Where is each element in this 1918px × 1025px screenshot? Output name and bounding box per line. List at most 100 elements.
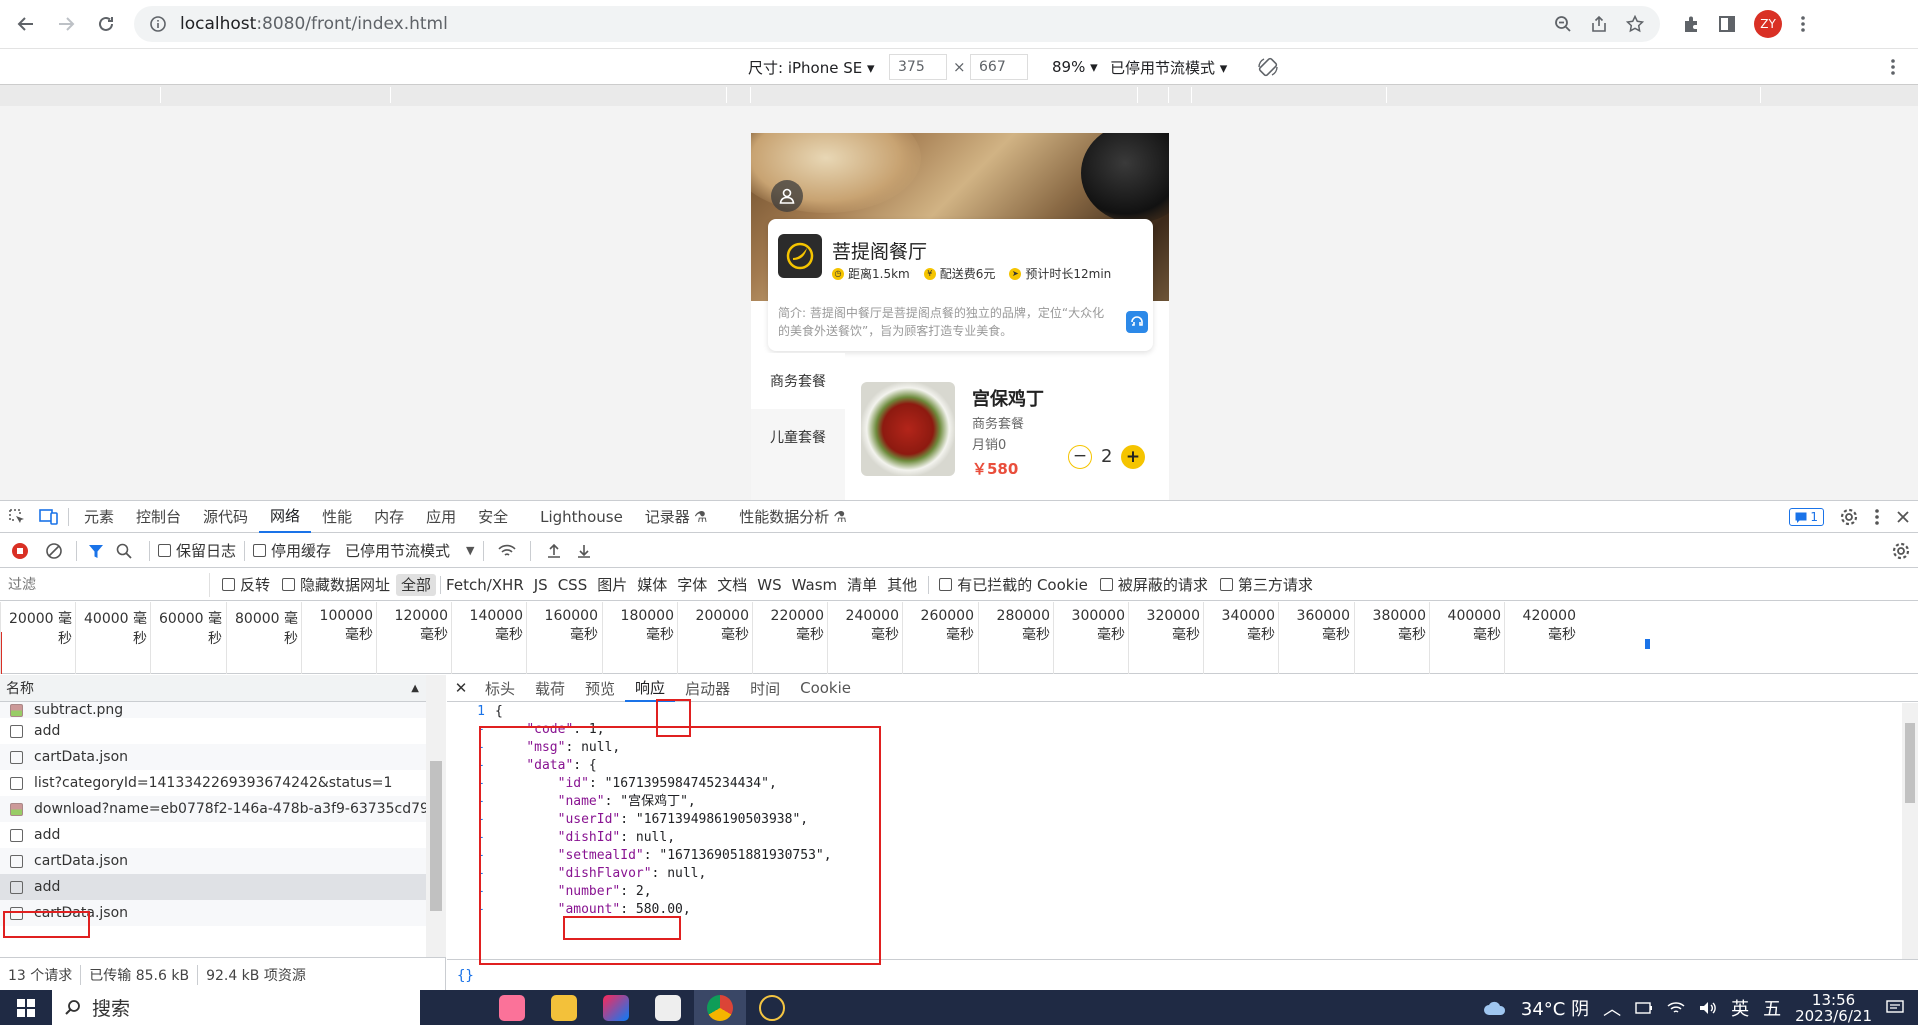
invert-checkbox[interactable]: 反转 xyxy=(222,574,270,595)
reload-icon[interactable] xyxy=(86,4,126,44)
request-row[interactable]: add xyxy=(0,874,445,900)
tab-memory[interactable]: 内存 xyxy=(363,501,415,533)
request-row[interactable]: add xyxy=(0,822,445,848)
filter-type-all[interactable]: 全部 xyxy=(396,573,437,596)
response-scrollbar[interactable] xyxy=(1902,703,1918,959)
pretty-print-button[interactable]: {} xyxy=(447,959,1918,991)
dish-image[interactable] xyxy=(861,382,955,476)
response-body[interactable]: 1{- "code": 1, - "msg": null, - "data": {-… xyxy=(447,703,1897,959)
taskbar-search[interactable]: 搜索 xyxy=(52,990,420,1025)
intellij-idea-icon[interactable] xyxy=(590,990,642,1025)
paw-app-icon[interactable] xyxy=(746,990,798,1025)
request-row[interactable]: add xyxy=(0,718,445,744)
tab-console[interactable]: 控制台 xyxy=(125,501,192,533)
network-conditions-icon[interactable] xyxy=(492,543,522,559)
close-devtools-icon[interactable] xyxy=(1896,510,1910,524)
hide-data-urls-checkbox[interactable]: 隐藏数据网址 xyxy=(282,574,390,595)
tab-recorder[interactable]: 记录器 ⚗ xyxy=(634,501,718,533)
search-icon[interactable] xyxy=(107,543,141,559)
device-height-input[interactable] xyxy=(970,54,1028,80)
filter-icon[interactable] xyxy=(85,543,107,559)
detail-tab-headers[interactable]: 标头 xyxy=(475,675,525,702)
category-item-business[interactable]: 商务套餐 xyxy=(751,353,845,409)
wifi-icon[interactable] xyxy=(1667,1001,1685,1015)
export-har-icon[interactable] xyxy=(569,543,599,559)
decrease-quantity-button[interactable]: − xyxy=(1068,445,1092,469)
detail-tab-preview[interactable]: 预览 xyxy=(575,675,625,702)
network-overview-timeline[interactable]: 20000 毫秒 40000 毫秒 60000 毫秒 80000 毫秒 100000 毫… xyxy=(0,602,1918,674)
input-method-mode[interactable]: 五 xyxy=(1763,995,1781,1021)
devtools-menu-icon[interactable] xyxy=(1874,508,1880,526)
site-info-icon[interactable] xyxy=(148,14,168,34)
device-menu-icon[interactable] xyxy=(1890,58,1896,76)
request-row[interactable]: list?categoryId=1413342269393674242&stat… xyxy=(0,770,445,796)
filter-input[interactable] xyxy=(0,572,210,597)
filter-type-media[interactable]: 媒体 xyxy=(632,574,672,596)
network-settings-icon[interactable] xyxy=(1892,542,1910,560)
filter-type-wasm[interactable]: Wasm xyxy=(787,574,843,596)
request-row[interactable]: cartData.json xyxy=(0,900,445,926)
detail-tab-initiator[interactable]: 启动器 xyxy=(675,675,740,702)
sort-ascending-icon[interactable]: ▲ xyxy=(411,683,419,694)
windows-start-icon[interactable] xyxy=(0,990,52,1025)
notification-icon[interactable] xyxy=(1886,999,1904,1016)
tab-elements[interactable]: 元素 xyxy=(73,501,125,533)
filter-type-css[interactable]: CSS xyxy=(553,574,593,596)
device-zoom-select[interactable]: 89% ▾ xyxy=(1052,58,1098,76)
chevron-down-icon[interactable]: ▼ xyxy=(466,544,474,557)
address-bar[interactable]: localhost:8080/front/index.html xyxy=(134,6,1660,42)
filter-type-js[interactable]: JS xyxy=(529,574,553,596)
chrome-app-icon[interactable] xyxy=(694,990,746,1025)
detail-tab-response[interactable]: 响应 xyxy=(625,675,676,702)
disable-cache-checkbox[interactable]: 停用缓存 xyxy=(253,540,331,561)
system-clock[interactable]: 13:56 2023/6/21 xyxy=(1795,992,1872,1024)
dish-name[interactable]: 宫保鸡丁 xyxy=(972,385,1044,411)
blocked-cookies-checkbox[interactable]: 有已拦截的 Cookie xyxy=(939,574,1088,595)
filter-type-doc[interactable]: 文档 xyxy=(712,574,752,596)
detail-tab-payload[interactable]: 载荷 xyxy=(525,675,575,702)
back-icon[interactable] xyxy=(6,4,46,44)
category-item-kids[interactable]: 儿童套餐 xyxy=(751,409,845,465)
file-explorer-icon[interactable] xyxy=(538,990,590,1025)
bilibili-app-icon[interactable] xyxy=(486,990,538,1025)
chevron-up-icon[interactable]: ︿ xyxy=(1603,995,1621,1021)
browser-menu-icon[interactable] xyxy=(1800,15,1806,33)
filter-type-fetch-xhr[interactable]: Fetch/XHR xyxy=(441,574,529,596)
side-panel-icon[interactable] xyxy=(1718,15,1736,33)
request-row[interactable]: cartData.json xyxy=(0,848,445,874)
tab-performance-insights[interactable]: 性能数据分析 ⚗ xyxy=(728,501,857,533)
rotate-icon[interactable] xyxy=(1257,56,1279,78)
profile-avatar[interactable]: ZY xyxy=(1754,10,1782,38)
record-stop-icon[interactable] xyxy=(0,542,40,560)
close-detail-icon[interactable]: ✕ xyxy=(447,679,475,697)
tab-lighthouse[interactable]: Lighthouse xyxy=(529,501,634,533)
zoom-icon[interactable] xyxy=(1554,15,1572,33)
settings-gear-icon[interactable] xyxy=(1840,508,1858,526)
weather-text[interactable]: 34°C 阴 xyxy=(1521,995,1589,1021)
device-throttle-select[interactable]: 已停用节流模式 ▾ xyxy=(1110,57,1227,78)
inspect-element-icon[interactable] xyxy=(0,508,34,526)
blocked-requests-checkbox[interactable]: 被屏蔽的请求 xyxy=(1099,574,1208,595)
share-icon[interactable] xyxy=(1590,15,1608,33)
filter-type-font[interactable]: 字体 xyxy=(672,574,712,596)
detail-tab-timing[interactable]: 时间 xyxy=(740,675,790,702)
increase-quantity-button[interactable]: + xyxy=(1121,445,1145,469)
battery-icon[interactable] xyxy=(1635,1001,1653,1014)
request-list-header[interactable]: 名称 ▲ xyxy=(0,675,445,702)
issues-badge[interactable]: 1 xyxy=(1789,508,1824,526)
user-icon[interactable] xyxy=(771,180,803,212)
filter-type-other[interactable]: 其他 xyxy=(882,574,922,596)
device-toggle-icon[interactable] xyxy=(34,508,64,526)
typora-app-icon[interactable] xyxy=(642,990,694,1025)
device-dimensions-select[interactable]: 尺寸: iPhone SE ▾ xyxy=(748,57,875,78)
tab-sources[interactable]: 源代码 xyxy=(192,501,259,533)
tab-application[interactable]: 应用 xyxy=(415,501,467,533)
tab-network[interactable]: 网络 xyxy=(259,501,312,533)
filter-type-manifest[interactable]: 清单 xyxy=(842,574,882,596)
filter-type-ws[interactable]: WS xyxy=(752,574,786,596)
extensions-icon[interactable] xyxy=(1682,15,1700,33)
volume-icon[interactable] xyxy=(1699,1001,1717,1015)
tab-security[interactable]: 安全 xyxy=(467,501,519,533)
request-row[interactable]: cartData.json xyxy=(0,744,445,770)
bookmark-star-icon[interactable] xyxy=(1626,15,1644,33)
